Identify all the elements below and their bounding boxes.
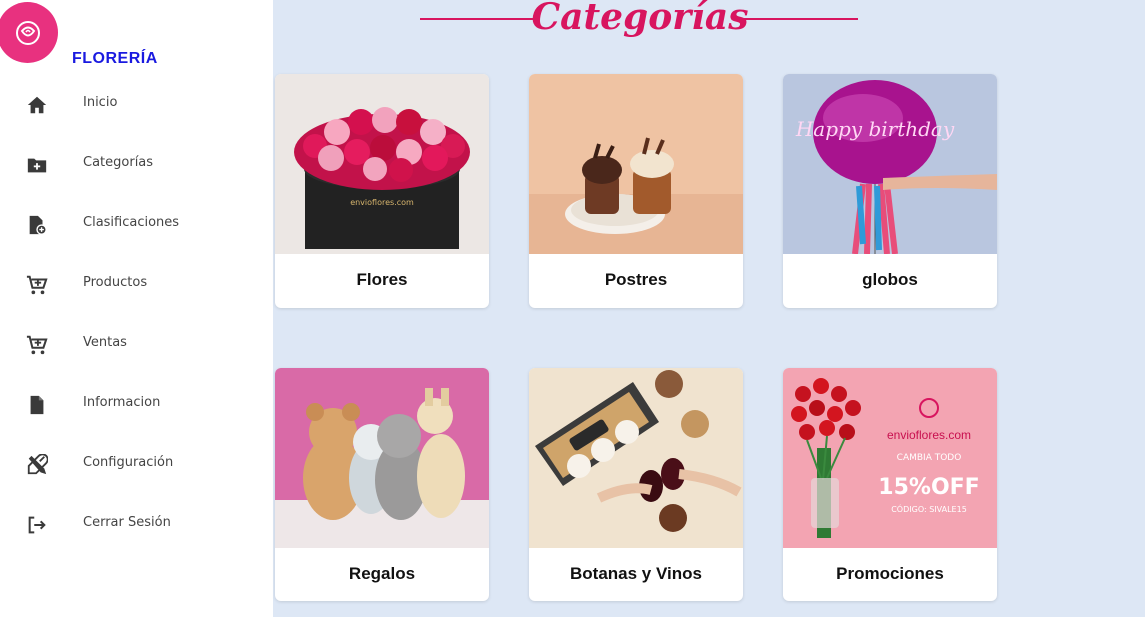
sidebar-item-label: Clasificaciones bbox=[83, 215, 180, 230]
home-icon bbox=[27, 96, 47, 114]
sidebar: FLORERÍA Inicio Categorías Clasificacion… bbox=[0, 0, 273, 617]
category-label: Postres bbox=[604, 270, 668, 289]
image-watermark: envioflores.com bbox=[350, 198, 414, 207]
sidebar-item-label: Ventas bbox=[83, 335, 127, 350]
page-title-wrap: Categorías bbox=[420, 0, 860, 46]
sidebar-item-configuracion[interactable]: Configuración bbox=[0, 444, 273, 484]
brand-name: FLORERÍA bbox=[72, 50, 158, 67]
sidebar-item-label: Informacion bbox=[83, 395, 161, 410]
category-card-globos[interactable]: Happy birthday globos bbox=[783, 74, 997, 308]
promo-line1: CAMBIA TODO bbox=[897, 453, 962, 463]
category-card-flores[interactable]: envioflores.com Flores bbox=[275, 74, 489, 308]
sidebar-item-label: Configuración bbox=[83, 455, 174, 470]
category-card-promociones[interactable]: envioflores.com CAMBIA TODO 15%OFF CÓDIG… bbox=[783, 368, 997, 601]
page-title: Categorías bbox=[531, 0, 749, 38]
category-label: globos bbox=[862, 270, 918, 289]
sidebar-item-label: Categorías bbox=[83, 155, 154, 170]
sidebar-item-label: Cerrar Sesión bbox=[83, 515, 171, 530]
logo[interactable] bbox=[0, 2, 58, 63]
sidebar-item-categorias[interactable]: Categorías bbox=[0, 144, 273, 184]
rose-icon bbox=[15, 20, 40, 45]
sidebar-item-inicio[interactable]: Inicio bbox=[0, 84, 273, 124]
balloon-text: Happy birthday bbox=[795, 117, 955, 141]
folder-plus-icon bbox=[27, 158, 47, 173]
category-label: Regalos bbox=[348, 564, 416, 583]
category-card-postres[interactable]: Postres bbox=[529, 74, 743, 308]
cart-plus-icon bbox=[26, 275, 48, 295]
sidebar-item-productos[interactable]: Productos bbox=[0, 264, 273, 304]
promo-brand: envioflores.com bbox=[887, 428, 971, 442]
sidebar-item-label: Inicio bbox=[83, 95, 118, 110]
file-icon bbox=[30, 395, 44, 415]
sidebar-item-clasificaciones[interactable]: Clasificaciones bbox=[0, 204, 273, 244]
sidebar-item-cerrar-sesion[interactable]: Cerrar Sesión bbox=[0, 504, 273, 544]
promo-discount: 15%OFF bbox=[878, 475, 979, 500]
wine-snacks-image bbox=[529, 368, 743, 548]
category-card-botanas-y-vinos[interactable]: Botanas y Vinos bbox=[529, 368, 743, 601]
category-label: Flores bbox=[356, 270, 408, 289]
logout-icon bbox=[28, 516, 46, 534]
plush-toys-image bbox=[275, 368, 489, 548]
promo-banner-image: envioflores.com CAMBIA TODO 15%OFF CÓDIG… bbox=[783, 368, 997, 548]
sidebar-item-label: Productos bbox=[83, 275, 148, 290]
balloon-image: Happy birthday bbox=[783, 74, 997, 254]
desserts-image bbox=[529, 74, 743, 254]
sidebar-item-informacion[interactable]: Informacion bbox=[0, 384, 273, 424]
category-label: Promociones bbox=[836, 564, 944, 583]
category-card-regalos[interactable]: Regalos bbox=[275, 368, 489, 601]
flowers-box-image: envioflores.com bbox=[275, 74, 489, 254]
file-plus-icon bbox=[29, 215, 47, 235]
sidebar-item-ventas[interactable]: Ventas bbox=[0, 324, 273, 364]
tools-icon bbox=[27, 454, 48, 475]
cart-plus-icon bbox=[26, 335, 48, 355]
promo-code: CÓDIGO: SIVALE15 bbox=[891, 503, 967, 514]
category-label: Botanas y Vinos bbox=[570, 564, 702, 583]
